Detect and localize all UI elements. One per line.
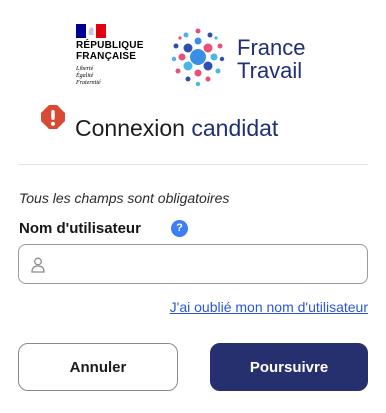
page-title-text: Connexion bbox=[75, 115, 192, 141]
username-input[interactable] bbox=[55, 245, 361, 283]
page-title: Connexion candidat bbox=[75, 114, 278, 142]
rf-logo-motto: Liberté Égalité Fraternité bbox=[76, 66, 101, 86]
forgot-username-link[interactable]: J'ai oublié mon nom d'utilisateur bbox=[170, 299, 368, 315]
username-label: Nom d'utilisateur bbox=[19, 220, 141, 237]
page-title-accent: candidat bbox=[191, 115, 279, 141]
france-travail-wordmark: France Travail bbox=[237, 35, 306, 83]
required-fields-note: Tous les champs sont obligatoires bbox=[19, 190, 230, 206]
france-travail-dots-icon bbox=[171, 28, 225, 87]
rf-logo-name: RÉPUBLIQUE FRANÇAISE bbox=[76, 40, 144, 62]
username-field[interactable] bbox=[18, 244, 368, 284]
marianne-flag-icon bbox=[76, 24, 106, 38]
cancel-button[interactable]: Annuler bbox=[18, 343, 178, 391]
republique-francaise-logo: RÉPUBLIQUE FRANÇAISE Liberté Égalité Fra… bbox=[76, 24, 156, 90]
user-icon bbox=[31, 257, 45, 273]
divider bbox=[18, 164, 368, 165]
help-icon[interactable]: ? bbox=[171, 220, 188, 237]
continue-button[interactable]: Poursuivre bbox=[210, 343, 368, 391]
alert-icon bbox=[41, 105, 65, 129]
